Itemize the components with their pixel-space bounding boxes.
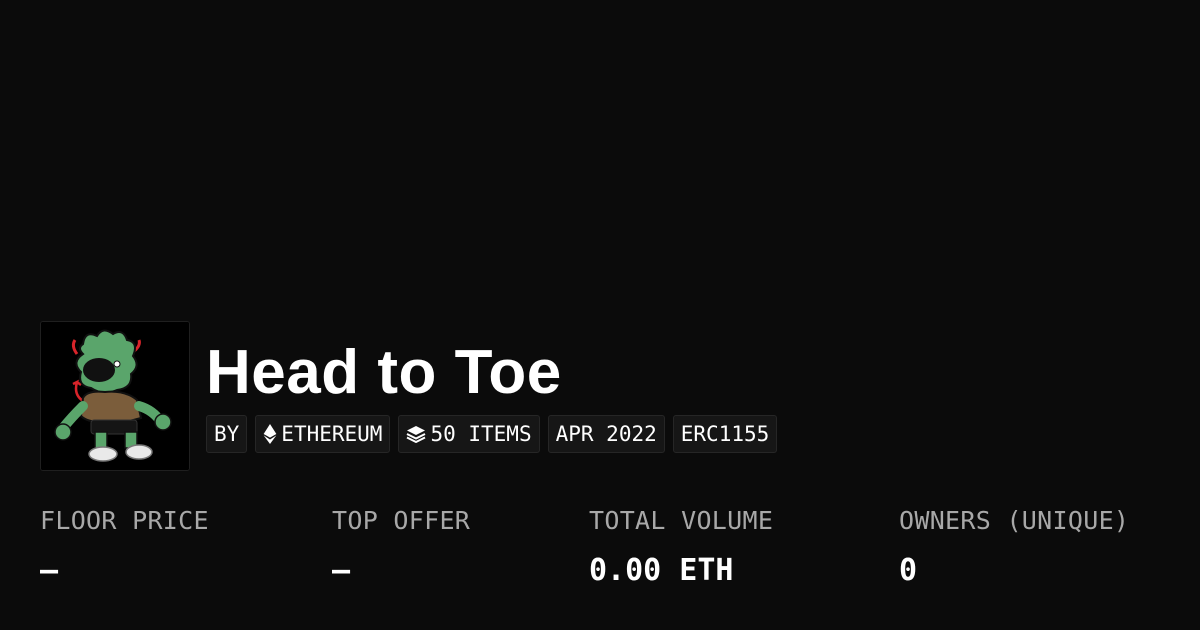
stat-label: TOTAL VOLUME bbox=[589, 506, 774, 535]
standard-badge: ERC1155 bbox=[672, 415, 778, 453]
ethereum-icon bbox=[263, 424, 277, 444]
cartoon-character-avatar-icon bbox=[41, 322, 189, 470]
layers-icon bbox=[406, 425, 426, 443]
collection-stats: FLOOR PRICE — TOP OFFER — TOTAL VOLUME 0… bbox=[40, 504, 1200, 604]
stat-owners: OWNERS (UNIQUE) 0 bbox=[899, 504, 1129, 589]
stat-total-volume: TOTAL VOLUME 0.00 ETH bbox=[589, 504, 773, 589]
chain-badge[interactable]: ETHEREUM bbox=[255, 415, 391, 453]
stat-value: 0 bbox=[899, 553, 918, 588]
stat-value: — bbox=[332, 553, 351, 588]
date-badge: APR 2022 bbox=[547, 415, 665, 453]
stat-floor-price: FLOOR PRICE — bbox=[40, 504, 209, 589]
stat-label: FLOOR PRICE bbox=[40, 506, 209, 535]
date-label: APR 2022 bbox=[555, 422, 657, 446]
chain-label: ETHEREUM bbox=[281, 422, 383, 446]
stat-value: — bbox=[40, 553, 59, 588]
collection-avatar bbox=[40, 321, 190, 471]
stat-label: OWNERS (UNIQUE) bbox=[899, 506, 1130, 535]
stat-top-offer: TOP OFFER — bbox=[332, 504, 470, 589]
creator-label: BY bbox=[214, 422, 240, 446]
collection-badges: BY ETHEREUM 50 ITEMS APR 2022 ERC1155 bbox=[206, 415, 778, 453]
stat-value: 0.00 ETH bbox=[589, 553, 734, 588]
items-label: 50 ITEMS bbox=[430, 422, 532, 446]
creator-badge[interactable]: BY bbox=[206, 415, 248, 453]
stat-label: TOP OFFER bbox=[332, 506, 471, 535]
collection-title: Head to Toe bbox=[206, 338, 562, 407]
items-badge[interactable]: 50 ITEMS bbox=[398, 415, 540, 453]
standard-label: ERC1155 bbox=[680, 422, 770, 446]
